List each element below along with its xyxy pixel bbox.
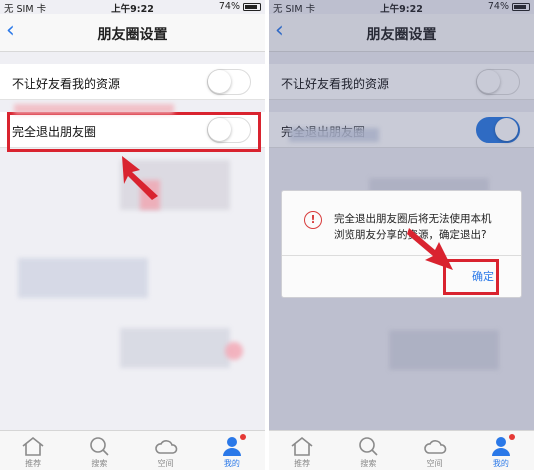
exit-moments-toggle[interactable]	[476, 117, 520, 143]
tab-search[interactable]: 搜索	[335, 431, 401, 470]
home-icon	[291, 436, 313, 456]
setting-hide-resources: 不让好友看我的资源	[0, 64, 265, 100]
arrow-pointer-icon	[407, 228, 453, 270]
setting-hide-resources: 不让好友看我的资源	[269, 64, 534, 100]
hide-resources-toggle[interactable]	[476, 69, 520, 95]
tab-mine[interactable]: 我的	[199, 431, 265, 470]
arrow-pointer-icon	[122, 156, 158, 200]
setting-label: 不让好友看我的资源	[281, 77, 390, 91]
cloud-icon	[423, 440, 446, 454]
tab-mine[interactable]: 我的	[468, 431, 534, 470]
battery-icon	[512, 2, 530, 11]
search-icon	[90, 437, 109, 456]
dialog-divider	[282, 255, 521, 256]
blurred-content	[389, 330, 499, 370]
highlight-box	[7, 112, 261, 152]
tab-label: 搜索	[360, 459, 377, 468]
notification-dot	[508, 434, 515, 440]
battery-icon	[243, 2, 261, 11]
battery-indicator: 74%	[488, 1, 530, 12]
notification-dot	[239, 434, 246, 440]
page-title: 朋友圈设置	[366, 27, 437, 43]
tab-space[interactable]: 空间	[133, 431, 199, 470]
setting-label: 不让好友看我的资源	[12, 77, 121, 91]
search-icon	[359, 437, 378, 456]
nav-bar: ‹ 朋友圈设置	[0, 14, 265, 52]
cloud-icon	[154, 440, 177, 454]
tab-label: 搜索	[91, 459, 108, 468]
tab-label: 推荐	[294, 459, 311, 468]
alert-icon: !	[304, 211, 322, 229]
page-title: 朋友圈设置	[97, 27, 168, 43]
toggle-knob	[495, 118, 518, 141]
status-bar: 无 SIM 卡 上午9:22 74%	[0, 0, 265, 15]
toggle-knob	[208, 70, 231, 93]
left-screen: 无 SIM 卡 上午9:22 74% ‹ 朋友圈设置 不让好友看我的资源 完全退…	[0, 0, 265, 470]
blurred-content	[18, 258, 148, 298]
tab-recommend[interactable]: 推荐	[0, 431, 66, 470]
battery-indicator: 74%	[219, 1, 261, 12]
blurred-content	[14, 104, 174, 114]
home-icon	[22, 436, 44, 456]
tab-bar: 推荐 搜索 空间 我的	[0, 430, 265, 470]
battery-percent: 74%	[218, 1, 240, 12]
tab-label: 我的	[223, 459, 240, 468]
blurred-content	[120, 328, 230, 368]
tab-space[interactable]: 空间	[402, 431, 468, 470]
tab-label: 推荐	[25, 459, 42, 468]
right-screen: 无 SIM 卡 上午9:22 74% ‹ 朋友圈设置 不让好友看我的资源 完全退…	[269, 0, 534, 470]
blurred-content	[289, 128, 379, 142]
tab-search[interactable]: 搜索	[66, 431, 132, 470]
tab-label: 我的	[492, 459, 509, 468]
toggle-knob	[477, 70, 500, 93]
tab-label: 空间	[157, 459, 174, 468]
tab-recommend[interactable]: 推荐	[269, 431, 335, 470]
battery-percent: 74%	[487, 1, 509, 12]
nav-bar: ‹ 朋友圈设置	[269, 14, 534, 52]
tab-label: 空间	[426, 459, 443, 468]
tab-bar: 推荐 搜索 空间 我的	[269, 430, 534, 470]
status-bar: 无 SIM 卡 上午9:22 74%	[269, 0, 534, 15]
blurred-content	[225, 342, 243, 360]
hide-resources-toggle[interactable]	[207, 69, 251, 95]
